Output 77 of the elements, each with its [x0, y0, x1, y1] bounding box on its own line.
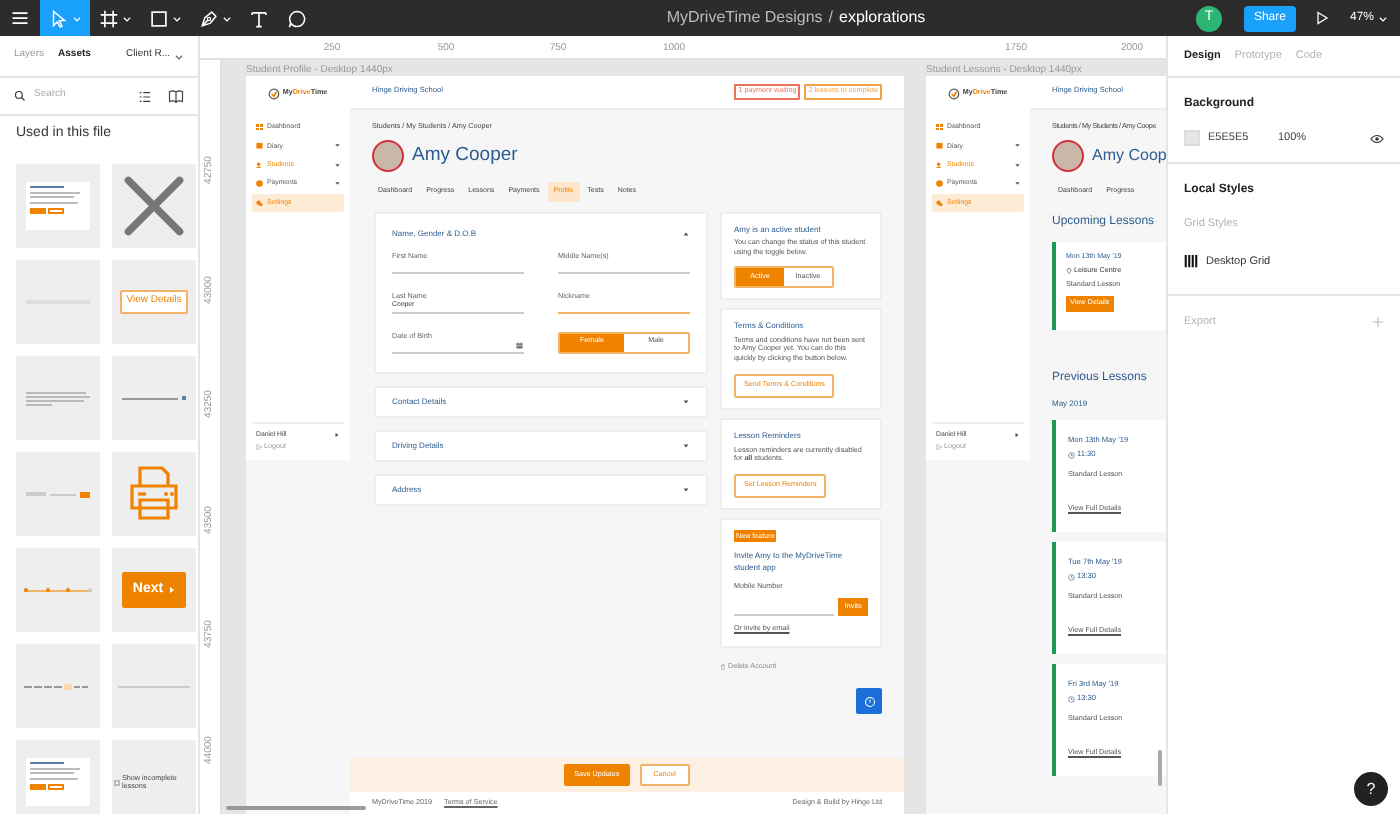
trash-icon [719, 663, 726, 670]
caret-icon [222, 13, 232, 23]
logout-icon [936, 443, 942, 450]
caret-icon [334, 431, 340, 438]
component-thumbnail[interactable] [112, 356, 196, 440]
book-icon[interactable] [168, 88, 184, 104]
caret-icon [122, 13, 132, 23]
caret-icon [174, 51, 184, 61]
search-icon [14, 90, 26, 102]
avatar [372, 140, 404, 173]
card-preview-drawing [26, 758, 90, 806]
frame-icon [98, 7, 120, 29]
divider-preview-drawing [118, 685, 190, 687]
chevron-icon [681, 441, 690, 450]
pen-icon [198, 7, 220, 29]
logout-icon [256, 443, 262, 450]
play-icon[interactable] [1313, 10, 1330, 26]
pointer-icon [48, 7, 70, 29]
nav-icon [936, 142, 943, 150]
square-icon [148, 7, 170, 29]
component-thumbnail[interactable] [16, 356, 100, 440]
stepper-preview-drawing [24, 587, 92, 593]
nav-icon [256, 161, 263, 169]
logo-icon [268, 87, 281, 99]
file-name: MyDriveTime Designs [666, 6, 823, 30]
component-thumbnail[interactable] [16, 260, 100, 344]
nav-icon [256, 180, 263, 188]
component-thumbnail[interactable] [16, 548, 100, 632]
nav-icon [936, 123, 943, 131]
nav-icon [256, 142, 263, 150]
component-thumbnail[interactable] [16, 740, 100, 814]
nav-icon [936, 199, 943, 206]
input-field[interactable] [392, 342, 524, 354]
nav-icon [256, 199, 263, 206]
component-thumbnail[interactable] [112, 644, 196, 728]
chevron-icon [681, 229, 690, 238]
chevron-icon [681, 485, 690, 494]
component-thumbnail[interactable] [112, 452, 196, 536]
component-thumbnail[interactable] [16, 452, 100, 536]
menu-icon[interactable] [10, 8, 30, 28]
clock-icon [1068, 574, 1075, 582]
cross-icon [122, 174, 186, 238]
nav-icon [936, 161, 943, 169]
form-preview-drawing [26, 491, 90, 497]
caret-icon [72, 13, 82, 23]
clock-icon [1068, 696, 1075, 704]
page-name[interactable]: explorations [839, 6, 926, 30]
student-name: Amy Coop [1092, 144, 1166, 169]
component-thumbnail[interactable] [112, 164, 196, 248]
help-chat-button[interactable] [856, 688, 882, 715]
avatar [1052, 140, 1084, 173]
clock-icon [1068, 452, 1075, 460]
component-thumbnail[interactable] [16, 164, 100, 248]
scrollbar-thumb[interactable] [226, 806, 366, 810]
location-pin-icon [1066, 268, 1072, 275]
eye-icon[interactable] [1370, 133, 1384, 144]
caret-icon [1378, 13, 1388, 23]
clock-icon [863, 695, 875, 708]
speech-bubble-icon [286, 7, 308, 29]
paragraph-preview-drawing [26, 391, 90, 405]
text-icon [248, 7, 270, 29]
card-preview-drawing [26, 182, 90, 230]
caret-icon [1014, 431, 1020, 438]
caret-icon [172, 13, 182, 23]
color-swatch[interactable] [1184, 130, 1200, 147]
scrollbar-thumb[interactable] [1158, 750, 1162, 786]
chevron-icon [681, 397, 690, 406]
list-view-icon[interactable] [138, 89, 152, 103]
grid-columns-icon [1184, 254, 1198, 269]
logo-icon [948, 87, 961, 99]
plus-icon[interactable] [1372, 315, 1384, 328]
component-thumbnail[interactable] [16, 644, 100, 728]
nav-icon [256, 123, 263, 131]
student-name: Amy Cooper [412, 142, 518, 171]
path-separator: / [828, 6, 833, 30]
calendar-icon[interactable] [516, 342, 524, 350]
nav-icon [936, 180, 943, 188]
